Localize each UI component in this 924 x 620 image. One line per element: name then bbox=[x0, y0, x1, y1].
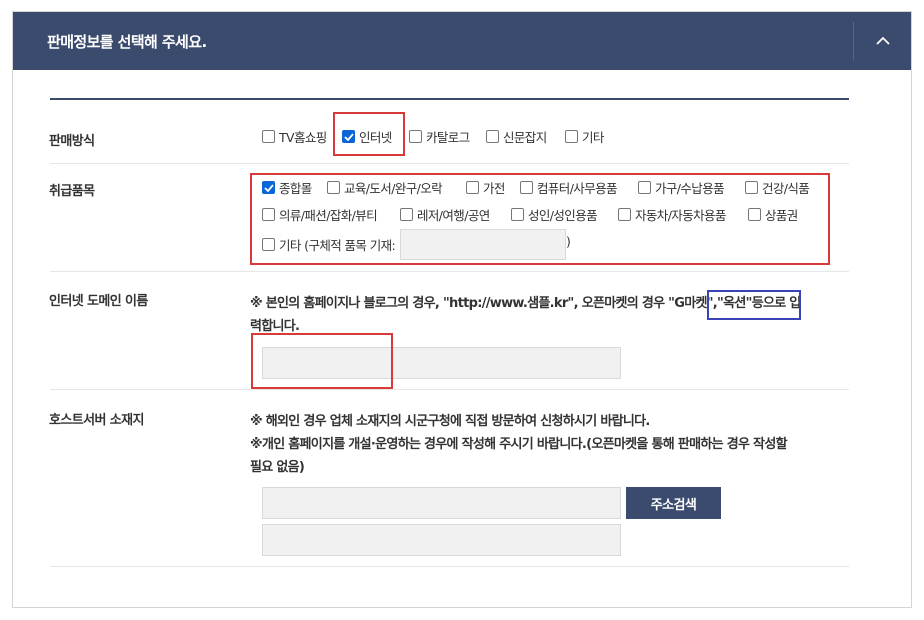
host-label: 호스트서버 소재지 bbox=[49, 413, 144, 428]
checkbox[interactable] bbox=[327, 181, 340, 194]
domain-label: 인터넷 도메인 이름 bbox=[49, 294, 148, 309]
check-icon bbox=[343, 132, 354, 141]
category-automobile[interactable]: 자동차/자동차용품 bbox=[618, 205, 726, 224]
option-label: TV홈쇼핑 bbox=[279, 130, 327, 145]
address-search-button[interactable]: 주소검색 bbox=[626, 487, 721, 519]
category-computer[interactable]: 컴퓨터/사무용품 bbox=[520, 178, 618, 197]
checkbox[interactable] bbox=[409, 130, 422, 143]
option-label: 기타 (구체적 품목 기재: bbox=[279, 238, 396, 253]
other-paren-close: ) bbox=[566, 234, 571, 249]
option-label: 종합몰 bbox=[279, 181, 312, 196]
option-label: 건강/식품 bbox=[762, 181, 810, 196]
category-education[interactable]: 교육/도서/완구/오락 bbox=[327, 178, 443, 197]
category-adult[interactable]: 성인/성인용품 bbox=[511, 205, 598, 224]
form-top-line bbox=[50, 98, 849, 100]
category-gift-card[interactable]: 상품권 bbox=[748, 205, 798, 224]
checkbox-checked[interactable] bbox=[342, 130, 355, 143]
sales-method-other[interactable]: 기타 bbox=[565, 127, 604, 146]
domain-note-line1: ※ 본인의 홈페이지나 블로그의 경우, "http://www.샘플.kr",… bbox=[250, 296, 801, 311]
host-note-line1: ※ 해외인 경우 업체 소재지의 시군구청에 직접 방문하여 신청하시기 바랍니… bbox=[250, 414, 650, 429]
sales-method-internet[interactable]: 인터넷 bbox=[342, 127, 392, 146]
checkbox[interactable] bbox=[486, 130, 499, 143]
panel-title: 판매정보를 선택해 주세요. bbox=[47, 33, 207, 51]
checkbox[interactable] bbox=[262, 238, 275, 251]
checkbox[interactable] bbox=[638, 181, 651, 194]
checkbox[interactable] bbox=[565, 130, 578, 143]
option-label: 인터넷 bbox=[359, 130, 392, 145]
checkbox[interactable] bbox=[262, 130, 275, 143]
row-divider bbox=[50, 163, 849, 164]
panel-header: 판매정보를 선택해 주세요. bbox=[13, 12, 911, 70]
category-other-input[interactable] bbox=[400, 229, 566, 260]
category-furniture[interactable]: 가구/수납용품 bbox=[638, 178, 725, 197]
address-input-2[interactable] bbox=[262, 524, 621, 556]
check-icon bbox=[263, 183, 274, 192]
header-divider bbox=[853, 22, 854, 60]
option-label: 컴퓨터/사무용품 bbox=[537, 181, 618, 196]
host-note-line3: 필요 없음) bbox=[250, 460, 305, 475]
sales-method-newspaper[interactable]: 신문잡지 bbox=[486, 127, 547, 146]
address-input-1[interactable] bbox=[262, 487, 621, 519]
collapse-button[interactable] bbox=[861, 20, 905, 62]
row-divider bbox=[50, 389, 849, 390]
option-label: 기타 bbox=[582, 130, 604, 145]
sales-method-label: 판매방식 bbox=[49, 134, 95, 149]
sales-method-catalog[interactable]: 카탈로그 bbox=[409, 127, 470, 146]
checkbox[interactable] bbox=[745, 181, 758, 194]
option-label: 성인/성인용품 bbox=[528, 208, 598, 223]
category-leisure[interactable]: 레저/여행/공연 bbox=[400, 205, 490, 224]
category-general-mall[interactable]: 종합몰 bbox=[262, 178, 312, 197]
option-label: 레저/여행/공연 bbox=[417, 208, 490, 223]
checkbox[interactable] bbox=[400, 208, 413, 221]
host-note-line2: ※개인 홈페이지를 개설·운영하는 경우에 작성해 주시기 바랍니다.(오픈마켓… bbox=[250, 437, 788, 452]
domain-input[interactable] bbox=[262, 347, 621, 379]
category-fashion[interactable]: 의류/패션/잡화/뷰티 bbox=[262, 205, 378, 224]
category-appliance[interactable]: 가전 bbox=[466, 178, 505, 197]
checkbox-checked[interactable] bbox=[262, 181, 275, 194]
checkbox[interactable] bbox=[520, 181, 533, 194]
sales-method-tv[interactable]: TV홈쇼핑 bbox=[262, 127, 327, 146]
option-label: 신문잡지 bbox=[503, 130, 547, 145]
category-other[interactable]: 기타 (구체적 품목 기재: bbox=[262, 235, 396, 254]
option-label: 가구/수납용품 bbox=[655, 181, 725, 196]
option-label: 자동차/자동차용품 bbox=[635, 208, 726, 223]
checkbox[interactable] bbox=[262, 208, 275, 221]
option-label: 상품권 bbox=[765, 208, 798, 223]
option-label: 가전 bbox=[483, 181, 505, 196]
domain-note-line2: 력합니다. bbox=[250, 319, 300, 334]
checkbox[interactable] bbox=[466, 181, 479, 194]
row-divider bbox=[50, 271, 849, 272]
chevron-up-icon bbox=[876, 36, 890, 45]
checkbox[interactable] bbox=[748, 208, 761, 221]
option-label: 교육/도서/완구/오락 bbox=[344, 181, 443, 196]
option-label: 카탈로그 bbox=[426, 130, 470, 145]
category-health[interactable]: 건강/식품 bbox=[745, 178, 810, 197]
row-divider bbox=[50, 566, 849, 567]
checkbox[interactable] bbox=[618, 208, 631, 221]
checkbox[interactable] bbox=[511, 208, 524, 221]
option-label: 의류/패션/잡화/뷰티 bbox=[279, 208, 378, 223]
categories-label: 취급품목 bbox=[49, 184, 95, 199]
